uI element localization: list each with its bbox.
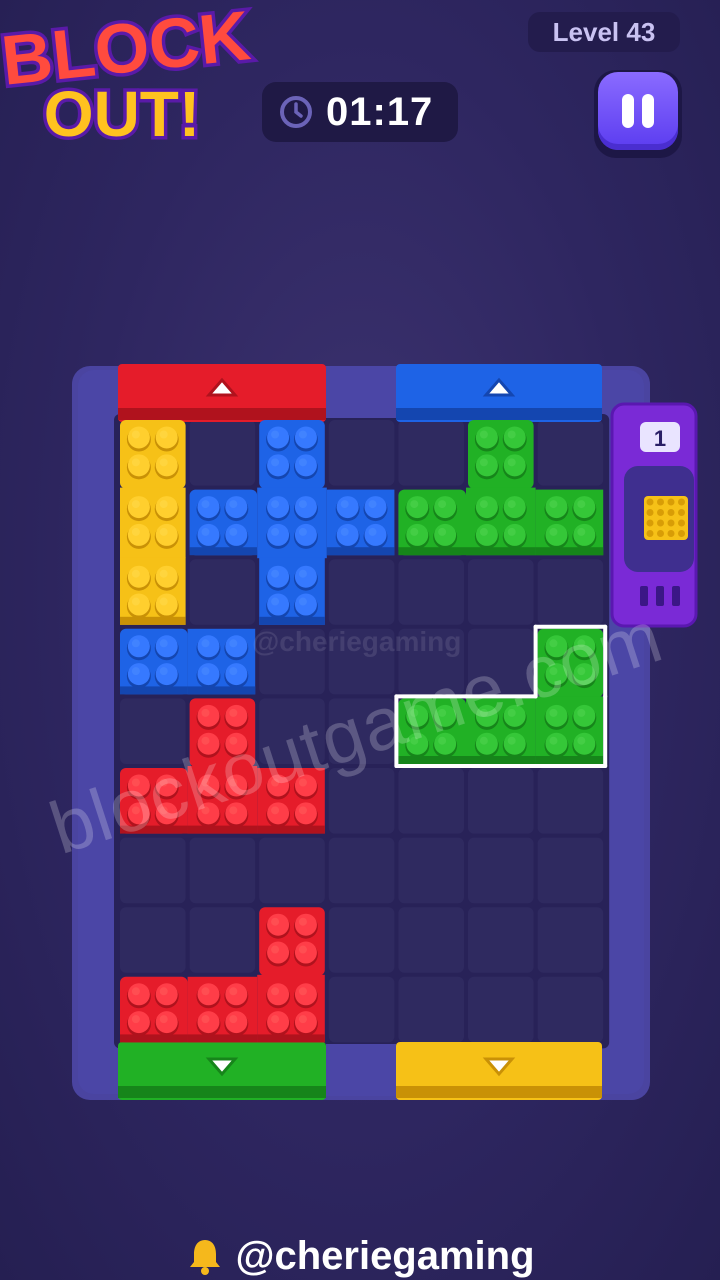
mini-stud [646, 509, 654, 516]
piece-yellow-0[interactable] [120, 420, 186, 625]
board-cell [328, 837, 395, 904]
board-cell [537, 976, 604, 1043]
board-cell [468, 837, 534, 904]
board-cell [537, 768, 604, 834]
mini-stud [657, 509, 664, 516]
board-cell [537, 420, 604, 486]
board-cell [120, 907, 186, 973]
board-cell [398, 907, 464, 973]
mini-stud [678, 530, 685, 537]
exit-shadow [118, 408, 326, 420]
board-cell [189, 907, 256, 973]
mini-stud [667, 509, 675, 516]
board-cell [328, 559, 395, 625]
wall-top-middle [326, 366, 396, 418]
mini-stud [678, 498, 685, 506]
piece-blue-3[interactable] [120, 628, 256, 695]
board-cell [328, 976, 395, 1043]
mini-stud [646, 498, 654, 506]
counter-value: 1 [654, 426, 666, 451]
dispenser-vent [656, 586, 664, 606]
exit-shadow [396, 408, 602, 420]
board-cell [398, 768, 464, 834]
exit-shadow [396, 1086, 602, 1098]
board-cell [398, 559, 464, 625]
board-cell [189, 559, 256, 625]
board-cell [468, 976, 534, 1043]
exit-shadow [118, 1086, 326, 1098]
mini-stud [667, 530, 675, 537]
channel-handle: @cheriegaming [235, 1233, 535, 1278]
mini-stud [678, 519, 685, 527]
wall-bottom-middle [326, 1044, 396, 1096]
board-cell [189, 420, 256, 486]
dispenser-vent [672, 586, 680, 606]
mini-stud [657, 530, 664, 537]
board-cell [398, 837, 464, 904]
mini-stud [678, 509, 685, 516]
board-cell [328, 420, 395, 486]
board-cell [398, 976, 464, 1043]
watermark-small: @cheriegaming [252, 626, 462, 657]
mini-stud [667, 519, 675, 527]
board-cell [328, 907, 395, 973]
footer: @cheriegaming [0, 1232, 720, 1280]
board-cell [189, 837, 256, 904]
bell-icon [190, 1240, 221, 1275]
board-cell [259, 837, 325, 904]
board-cell [468, 559, 534, 625]
mini-stud [657, 498, 664, 506]
board-cell [398, 420, 464, 486]
mini-stud [646, 530, 654, 537]
board-cell [537, 837, 604, 904]
mini-stud [657, 519, 664, 527]
mini-stud [667, 498, 675, 506]
board-cell [468, 907, 534, 973]
board-cell [537, 907, 604, 973]
board-cell [468, 768, 534, 834]
mini-stud [646, 519, 654, 527]
